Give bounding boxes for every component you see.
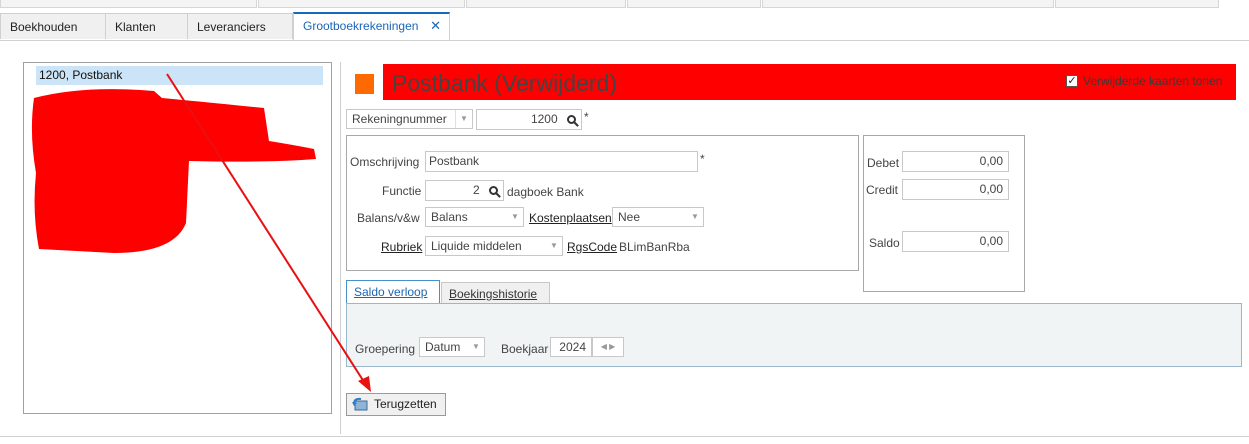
annotation-arrow: [166, 73, 371, 392]
window-bottom-border: [0, 436, 1249, 437]
